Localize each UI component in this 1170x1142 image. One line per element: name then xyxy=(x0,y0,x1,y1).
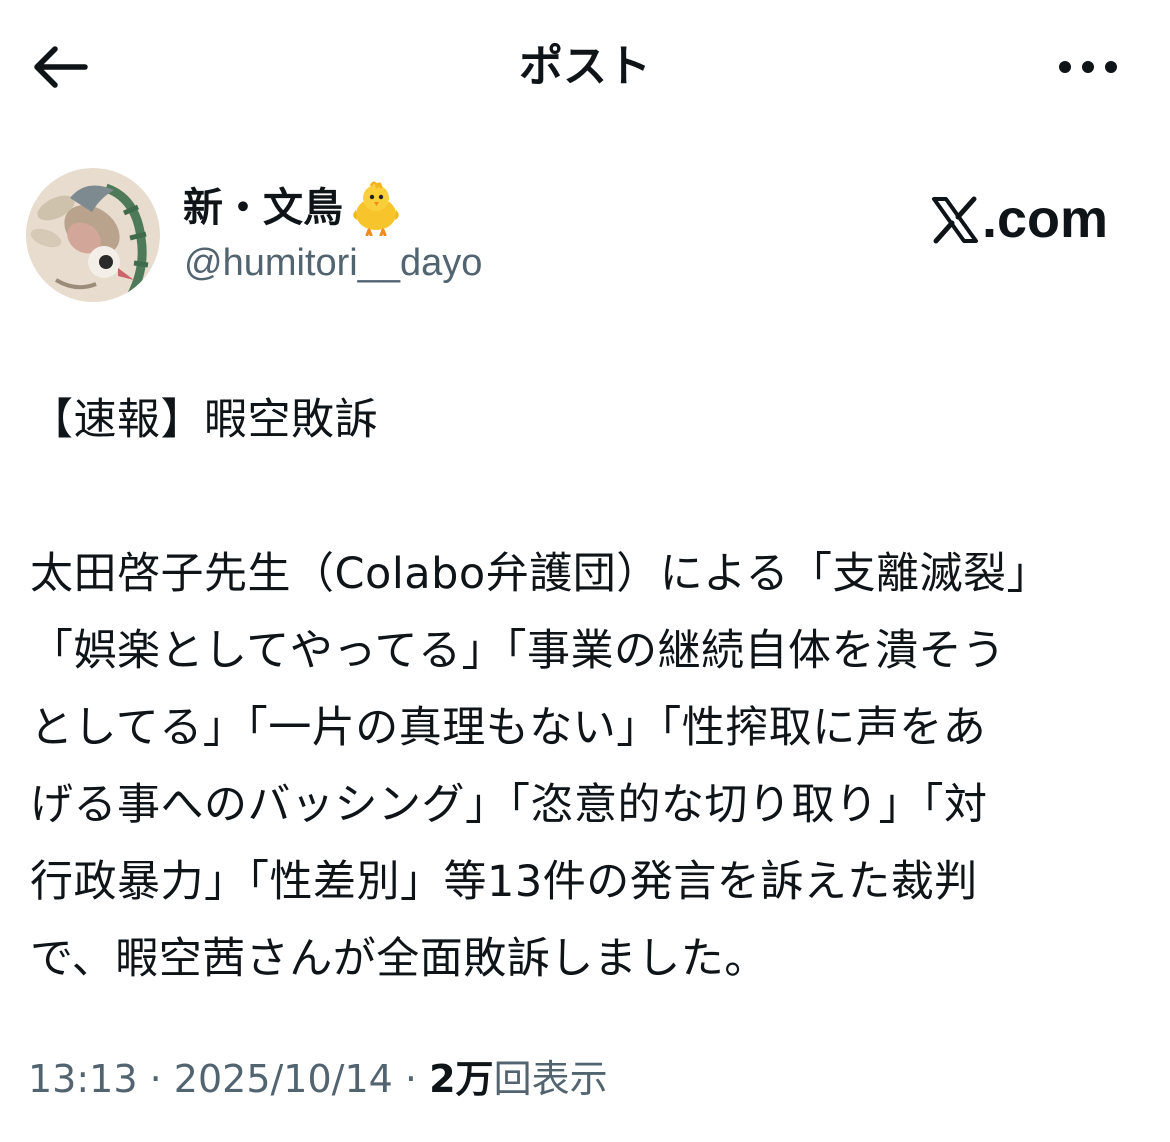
post-body: 【速報】暇空敗訴 太田啓子先生（Colabo弁護団）による「支離滅裂」 「娯楽と… xyxy=(30,382,1142,998)
post-line: 太田啓子先生（Colabo弁護団）による「支離滅裂」 xyxy=(30,549,1050,599)
more-options-button[interactable] xyxy=(1048,38,1128,96)
arrow-left-icon xyxy=(34,46,88,88)
watermark-text: .com xyxy=(982,189,1109,249)
post-time[interactable]: 13:13 xyxy=(28,1057,138,1101)
views-label: 回表示 xyxy=(493,1057,608,1101)
post-line: としてる」「一片の真理もない」「性搾取に声をあ xyxy=(30,703,987,753)
baby-chick-icon xyxy=(347,180,405,237)
author-display-name[interactable]: 新・文鳥 xyxy=(183,180,405,237)
x-logo-icon xyxy=(930,194,980,244)
meta-separator: · xyxy=(149,1057,162,1101)
post-line: げる事へのバッシング」「恣意的な切り取り」「対 xyxy=(30,780,988,830)
bird-painting-avatar-icon xyxy=(26,168,160,302)
back-button[interactable] xyxy=(28,38,92,96)
author-handle[interactable]: @humitori__dayo xyxy=(184,236,482,290)
post-line: 【速報】暇空敗訴 xyxy=(30,395,378,445)
post-line: 「娯楽としてやってる」「事業の継続自体を潰そう xyxy=(30,626,1006,676)
post-metadata: 13:13 · 2025/10/14 · 2万回表示 xyxy=(28,1052,608,1106)
x-com-watermark: .com xyxy=(930,186,1125,252)
post-line: で、暇空茜さんが全面敗訴しました。 xyxy=(30,934,768,984)
post-date[interactable]: 2025/10/14 xyxy=(174,1057,393,1101)
post-line: 行政暴力」「性差別」等13件の発言を訴えた裁判 xyxy=(30,857,978,907)
meta-separator: · xyxy=(404,1057,418,1101)
views-count[interactable]: 2万 xyxy=(429,1057,493,1101)
post-blank-line xyxy=(30,459,1142,536)
author-display-name-text: 新・文鳥 xyxy=(183,185,343,231)
page-title: ポスト xyxy=(519,41,651,92)
top-navigation-bar: ポスト xyxy=(0,0,1170,135)
ellipsis-icon xyxy=(1059,61,1117,73)
avatar[interactable] xyxy=(26,168,160,302)
